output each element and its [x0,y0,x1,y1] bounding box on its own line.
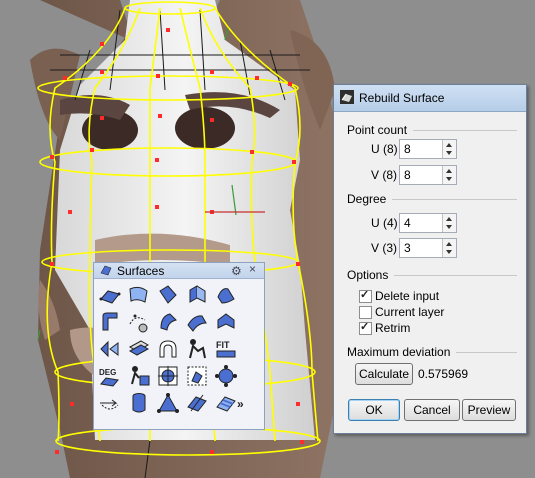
point-count-u-stepper[interactable]: 8 [399,139,457,159]
max-deviation-label: Maximum deviation [347,345,451,359]
point-count-v-stepper[interactable]: 8 [399,165,457,185]
deg-label: DEG [99,368,116,377]
cylinder-icon[interactable] [127,391,151,415]
degree-u-value[interactable]: 4 [404,216,411,230]
fit-label: FIT [216,340,230,350]
max-deviation-value: 0.575969 [418,367,469,381]
more-tools-button[interactable]: » [237,397,244,411]
close-icon[interactable]: × [249,262,256,276]
delete-input-checkbox[interactable]: ✓ [359,289,372,303]
extend-surface-icon[interactable] [214,364,238,388]
retrim-label[interactable]: Retrim [375,321,410,335]
spin-arrows[interactable] [442,214,456,232]
sweep-2-rails-icon[interactable] [156,310,180,334]
spin-arrows[interactable] [442,166,456,184]
surfaces-toolbar: Surfaces ⚙ × FIT DEG » [93,262,265,430]
loft-icon[interactable] [214,283,238,307]
revolve-icon[interactable] [156,337,180,361]
retrim-checkbox[interactable]: ✓ [359,321,372,335]
preview-button[interactable]: Preview [462,399,516,421]
options-label: Options [347,268,389,282]
match-surface-icon[interactable] [156,364,180,388]
spin-arrows[interactable] [442,239,456,257]
calculate-button[interactable]: Calculate [355,363,413,385]
blend-surface-icon[interactable] [98,337,122,361]
degree-label: Degree [347,192,387,206]
gear-icon[interactable]: ⚙ [231,264,242,278]
degree-v-stepper[interactable]: 3 [399,238,457,258]
increment-icon[interactable] [446,169,452,173]
decrement-icon[interactable] [446,151,452,155]
cancel-button[interactable]: Cancel [404,399,460,421]
surface-from-edge-curves-icon[interactable] [127,283,151,307]
current-layer-checkbox[interactable] [359,306,372,319]
degree-u-label: U (4) [371,216,398,230]
degree-section: Degree [347,192,517,206]
change-degree-icon[interactable]: DEG [98,364,122,388]
decrement-icon[interactable] [446,225,452,229]
increment-icon[interactable] [446,242,452,246]
rail-revolve-figure-icon[interactable] [185,337,209,361]
increment-icon[interactable] [446,217,452,221]
ok-button[interactable]: OK [348,399,400,421]
point-count-u-value[interactable]: 8 [404,142,411,156]
plane-icon[interactable] [98,391,122,415]
extrude-curve-icon[interactable] [185,283,209,307]
surface-from-points-icon[interactable] [98,283,122,307]
point-count-section: Point count [347,123,517,137]
sweep-drape-icon[interactable] [185,391,209,415]
spin-arrows[interactable] [442,140,456,158]
max-deviation-section: Maximum deviation [347,345,517,359]
rail-revolve-icon[interactable] [98,310,122,334]
sweep-1-rail-icon[interactable] [127,310,151,334]
patch-icon[interactable] [214,310,238,334]
checkmark-icon: ✓ [360,289,370,301]
point-count-v-value[interactable]: 8 [404,168,411,182]
options-section: Options [347,268,517,282]
offset-surface-icon[interactable] [127,337,151,361]
delete-input-label[interactable]: Delete input [375,289,439,303]
degree-v-label: V (3) [371,241,398,255]
heightfield-icon[interactable] [214,391,238,415]
dialog-title: Rebuild Surface [359,91,445,105]
rebuild-surface-icon [340,90,354,104]
point-count-u-label: U (8) [371,142,398,156]
degree-u-stepper[interactable]: 4 [399,213,457,233]
toolbar-titlebar[interactable]: Surfaces ⚙ × [94,262,264,279]
current-layer-label[interactable]: Current layer [375,305,444,319]
corner-points-surface-icon[interactable] [156,391,180,415]
planar-curves-icon[interactable] [156,283,180,307]
toolbar-title: Surfaces [117,264,165,278]
rebuild-surface-dialog: Rebuild Surface Point count U (8) 8 V (8… [333,84,527,434]
surface-icon [100,265,112,276]
point-count-label: Point count [347,123,408,137]
increment-icon[interactable] [446,143,452,147]
rebuild-surface-icon[interactable] [127,364,151,388]
shrink-trimmed-surface-icon[interactable] [185,364,209,388]
point-count-v-label: V (8) [371,168,398,182]
degree-v-value[interactable]: 3 [404,241,411,255]
checkmark-icon: ✓ [360,321,370,333]
decrement-icon[interactable] [446,250,452,254]
fit-surface-icon[interactable]: FIT [214,337,238,361]
network-surface-icon[interactable] [185,310,209,334]
decrement-icon[interactable] [446,177,452,181]
dialog-titlebar[interactable]: Rebuild Surface [334,85,526,112]
